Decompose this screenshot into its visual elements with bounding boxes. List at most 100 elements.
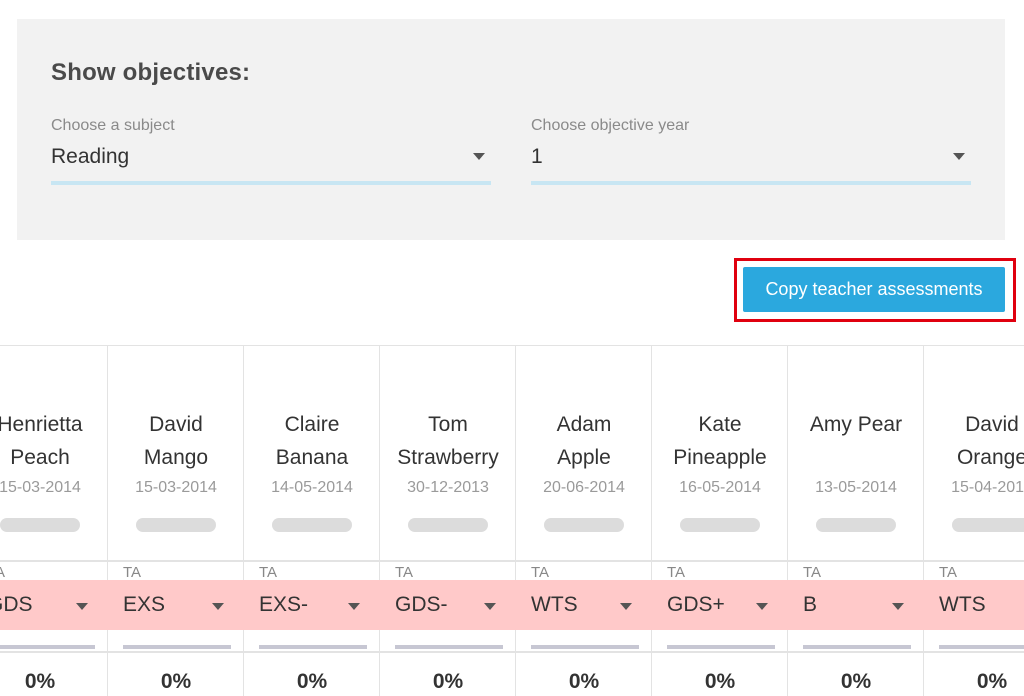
year-select-label: Choose objective year bbox=[531, 117, 690, 134]
objective-progress-percent: 0% bbox=[976, 670, 1008, 693]
objective-progress-percent: 0% bbox=[840, 670, 872, 693]
student-name[interactable]: David Orange bbox=[924, 408, 1024, 474]
teacher-assessment-cell: EXS TA bbox=[108, 560, 244, 653]
progress-pill bbox=[272, 518, 352, 532]
subject-select-label: Choose a subject bbox=[51, 117, 175, 134]
select-underline bbox=[395, 645, 503, 649]
ta-label: TA bbox=[0, 564, 5, 581]
progress-pill bbox=[544, 518, 624, 532]
chevron-down-icon[interactable] bbox=[620, 603, 632, 610]
ta-select-value[interactable]: WTS bbox=[531, 593, 578, 617]
chevron-down-icon[interactable] bbox=[484, 603, 496, 610]
select-underline bbox=[123, 645, 231, 649]
ta-label: TA bbox=[803, 564, 822, 581]
teacher-assessment-cell: WTS TA bbox=[924, 560, 1024, 653]
student-name[interactable]: Tom Strawberry bbox=[380, 408, 516, 474]
ta-select-value[interactable]: GDS bbox=[0, 593, 33, 617]
progress-pill bbox=[136, 518, 216, 532]
student-column: Claire Banana 14-05-2014 EXS- TA 0% bbox=[244, 346, 380, 696]
student-column: Henrietta Peach 15-03-2014 GDS TA 0% bbox=[0, 346, 108, 696]
ta-label: TA bbox=[259, 564, 278, 581]
select-underline bbox=[531, 181, 971, 185]
teacher-assessment-cell: EXS- TA bbox=[244, 560, 380, 653]
ta-select[interactable]: EXS bbox=[108, 580, 244, 649]
student-dob: 15-04-2014 bbox=[951, 479, 1024, 496]
student-column: David Mango 15-03-2014 EXS TA 0% bbox=[108, 346, 244, 696]
teacher-assessment-cell: GDS TA bbox=[0, 560, 108, 653]
objective-progress-percent: 0% bbox=[296, 670, 328, 693]
objective-progress-percent: 0% bbox=[160, 670, 192, 693]
ta-select-value[interactable]: GDS- bbox=[395, 593, 448, 617]
chevron-down-icon[interactable] bbox=[953, 153, 965, 160]
objectives-filter-panel: Show objectives: Choose a subject Readin… bbox=[17, 19, 1005, 240]
student-dob: 15-03-2014 bbox=[135, 479, 217, 496]
ta-select-value[interactable]: WTS bbox=[939, 593, 986, 617]
chevron-down-icon[interactable] bbox=[348, 603, 360, 610]
select-underline bbox=[0, 645, 95, 649]
student-name[interactable]: Claire Banana bbox=[244, 408, 380, 474]
select-underline bbox=[259, 645, 367, 649]
objective-progress-percent: 0% bbox=[568, 670, 600, 693]
chevron-down-icon[interactable] bbox=[473, 153, 485, 160]
ta-select[interactable]: GDS- bbox=[380, 580, 516, 649]
progress-pill bbox=[816, 518, 896, 532]
progress-pill bbox=[0, 518, 80, 532]
student-dob: 20-06-2014 bbox=[543, 479, 625, 496]
ta-select[interactable]: GDS+ bbox=[652, 580, 788, 649]
student-column: Adam Apple 20-06-2014 WTS TA 0% bbox=[516, 346, 652, 696]
ta-select[interactable]: EXS- bbox=[244, 580, 380, 649]
subject-select[interactable]: Choose a subject Reading bbox=[51, 117, 491, 185]
student-column: Amy Pear 13-05-2014 B TA 0% bbox=[788, 346, 924, 696]
select-underline bbox=[803, 645, 911, 649]
ta-select-value[interactable]: EXS- bbox=[259, 593, 308, 617]
copy-teacher-assessments-button[interactable]: Copy teacher assessments bbox=[743, 267, 1005, 312]
ta-select[interactable]: WTS bbox=[924, 580, 1024, 649]
objective-progress-percent: 0% bbox=[704, 670, 736, 693]
progress-pill bbox=[952, 518, 1024, 532]
progress-pill bbox=[680, 518, 760, 532]
chevron-down-icon[interactable] bbox=[212, 603, 224, 610]
student-assessment-grid: Henrietta Peach 15-03-2014 GDS TA 0% Dav… bbox=[0, 345, 1024, 696]
chevron-down-icon[interactable] bbox=[76, 603, 88, 610]
panel-heading: Show objectives: bbox=[51, 59, 251, 86]
ta-label: TA bbox=[667, 564, 686, 581]
ta-select-value[interactable]: GDS+ bbox=[667, 593, 725, 617]
objective-year-select[interactable]: Choose objective year 1 bbox=[531, 117, 971, 185]
select-underline bbox=[667, 645, 775, 649]
student-name[interactable]: Adam Apple bbox=[516, 408, 652, 474]
student-column: Tom Strawberry 30-12-2013 GDS- TA 0% bbox=[380, 346, 516, 696]
ta-select-value[interactable]: EXS bbox=[123, 593, 165, 617]
student-name[interactable]: David Mango bbox=[108, 408, 244, 474]
student-dob: 16-05-2014 bbox=[679, 479, 761, 496]
ta-select[interactable]: GDS bbox=[0, 580, 108, 649]
select-underline bbox=[51, 181, 491, 185]
progress-pill bbox=[408, 518, 488, 532]
student-name[interactable]: Kate Pineapple bbox=[652, 408, 788, 474]
ta-label: TA bbox=[531, 564, 550, 581]
student-column: Kate Pineapple 16-05-2014 GDS+ TA 0% bbox=[652, 346, 788, 696]
objective-progress-percent: 0% bbox=[24, 670, 56, 693]
teacher-assessment-cell: GDS+ TA bbox=[652, 560, 788, 653]
student-dob: 13-05-2014 bbox=[815, 479, 897, 496]
chevron-down-icon[interactable] bbox=[756, 603, 768, 610]
ta-label: TA bbox=[123, 564, 142, 581]
student-dob: 15-03-2014 bbox=[0, 479, 81, 496]
teacher-assessment-cell: B TA bbox=[788, 560, 924, 653]
select-underline bbox=[939, 645, 1024, 649]
teacher-assessment-cell: WTS TA bbox=[516, 560, 652, 653]
ta-select[interactable]: WTS bbox=[516, 580, 652, 649]
ta-label: TA bbox=[939, 564, 958, 581]
student-dob: 14-05-2014 bbox=[271, 479, 353, 496]
teacher-assessment-cell: GDS- TA bbox=[380, 560, 516, 653]
select-underline bbox=[531, 645, 639, 649]
ta-select-value[interactable]: B bbox=[803, 593, 817, 617]
objective-progress-percent: 0% bbox=[432, 670, 464, 693]
subject-select-value[interactable]: Reading bbox=[51, 145, 129, 169]
chevron-down-icon[interactable] bbox=[892, 603, 904, 610]
student-name[interactable]: Amy Pear bbox=[788, 408, 924, 441]
student-name[interactable]: Henrietta Peach bbox=[0, 408, 108, 474]
student-column: David Orange 15-04-2014 WTS TA 0% bbox=[924, 346, 1024, 696]
ta-select[interactable]: B bbox=[788, 580, 924, 649]
ta-label: TA bbox=[395, 564, 414, 581]
year-select-value[interactable]: 1 bbox=[531, 145, 543, 169]
